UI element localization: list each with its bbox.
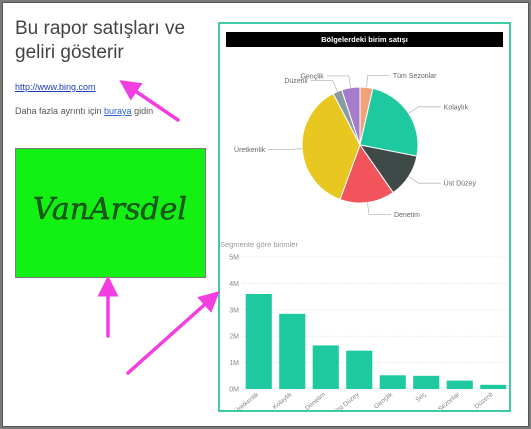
- bar: [279, 313, 306, 389]
- x-tick-label: Kolaylık: [272, 391, 295, 411]
- page-title: Bu rapor satışları ve geliri gösterir: [15, 18, 186, 63]
- bar: [245, 294, 272, 389]
- bar: [346, 350, 373, 389]
- bar: [312, 345, 339, 389]
- bar: [446, 380, 473, 389]
- x-tick-label: Tüm Sezonlar: [426, 391, 462, 412]
- y-tick-label: 3M: [229, 307, 239, 314]
- x-tick-label: Üst Düzey: [332, 390, 361, 412]
- y-tick-label: 2M: [229, 334, 239, 341]
- x-tick-label: Denetim: [304, 391, 327, 412]
- svg-text:VanArsdel: VanArsdel: [33, 192, 187, 227]
- bar-chart[interactable]: 0M1M2M3M4M5MÜretkenlik Kolaylık Denetim Üst…: [220, 24, 511, 412]
- charts-panel[interactable]: Bölgelerdeki birim satışı Tüm Sezonlar Ko…: [218, 22, 511, 412]
- bar: [480, 384, 507, 389]
- x-tick-label: Düzenli: [473, 391, 494, 410]
- y-tick-label: 0M: [229, 387, 239, 394]
- x-tick-label: Gençlik: [373, 391, 395, 411]
- details-text: Daha fazla ayrıntı için buraya gidin: [15, 106, 153, 116]
- logo-script: VanArsdel: [33, 192, 187, 227]
- vanarsdel-logo: VanArsdel: [15, 148, 206, 278]
- y-tick-label: 1M: [229, 360, 239, 367]
- x-tick-label: Seç: [415, 391, 429, 404]
- details-prefix: Daha fazla ayrıntı için: [15, 106, 105, 116]
- report-canvas: Bu rapor satışları ve geliri gösterir ht…: [2, 2, 529, 427]
- y-tick-label: 5M: [229, 255, 239, 262]
- details-suffix: gidin: [131, 106, 154, 116]
- bing-link[interactable]: http://www.bing.com: [15, 82, 96, 92]
- y-tick-label: 4M: [229, 281, 239, 288]
- details-link[interactable]: buraya: [104, 106, 132, 116]
- bar: [379, 375, 406, 389]
- bar: [413, 375, 440, 389]
